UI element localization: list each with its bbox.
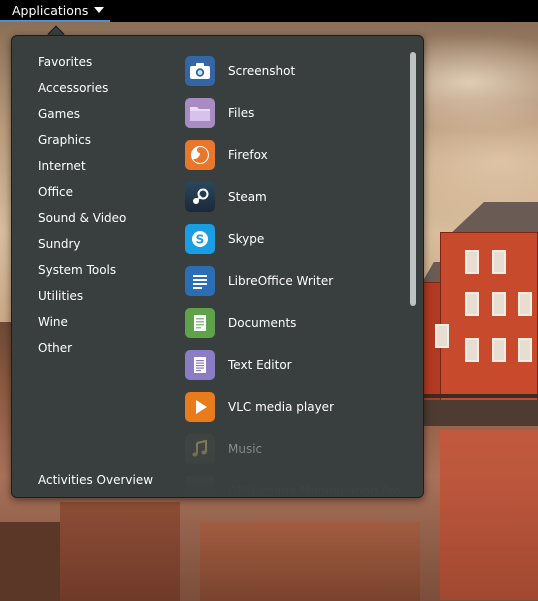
category-games[interactable]: Games xyxy=(38,101,126,127)
vlc-icon xyxy=(185,392,215,422)
applications-menu-button[interactable]: Applications xyxy=(0,0,110,22)
folder-icon xyxy=(185,98,215,128)
app-item-documents[interactable]: Documents xyxy=(185,302,405,344)
category-sundry[interactable]: Sundry xyxy=(38,231,126,257)
app-label: Screenshot xyxy=(228,64,296,78)
app-label: GNU Image Manipulation Pro xyxy=(228,484,401,498)
category-graphics[interactable]: Graphics xyxy=(38,127,126,153)
text-editor-icon xyxy=(185,350,215,380)
wallpaper-window xyxy=(492,292,506,316)
category-internet[interactable]: Internet xyxy=(38,153,126,179)
app-label: VLC media player xyxy=(228,400,335,414)
wallpaper-railing xyxy=(420,394,538,398)
app-label: Files xyxy=(228,106,255,120)
applications-menu-label: Applications xyxy=(12,2,89,18)
application-list-scrollbar[interactable] xyxy=(410,52,416,306)
app-label: Steam xyxy=(228,190,267,204)
app-item-vlc[interactable]: VLC media player xyxy=(185,386,405,428)
category-sound-video[interactable]: Sound & Video xyxy=(38,205,126,231)
top-bar: Applications xyxy=(0,0,538,22)
wallpaper-reflection xyxy=(440,430,538,600)
app-item-firefox[interactable]: Firefox xyxy=(185,134,405,176)
writer-icon xyxy=(185,266,215,296)
app-label: Firefox xyxy=(228,148,268,162)
skype-icon: S xyxy=(185,224,215,254)
category-office[interactable]: Office xyxy=(38,179,126,205)
app-item-skype[interactable]: S Skype xyxy=(185,218,405,260)
app-label: LibreOffice Writer xyxy=(228,274,334,288)
app-item-libreoffice-writer[interactable]: LibreOffice Writer xyxy=(185,260,405,302)
wallpaper-window xyxy=(518,338,532,362)
category-utilities[interactable]: Utilities xyxy=(38,283,126,309)
music-icon xyxy=(185,434,215,464)
wallpaper-dock xyxy=(420,400,538,426)
wallpaper-window xyxy=(465,292,479,316)
application-list: Screenshot Files Firefox Steam S Skype L… xyxy=(185,50,405,498)
category-system-tools[interactable]: System Tools xyxy=(38,257,126,283)
app-label: Documents xyxy=(228,316,297,330)
app-item-gimp[interactable]: GNU Image Manipulation Pro xyxy=(185,470,405,498)
app-label: Text Editor xyxy=(228,358,292,372)
app-item-screenshot[interactable]: Screenshot xyxy=(185,50,405,92)
activities-overview-link[interactable]: Activities Overview xyxy=(38,468,153,492)
wallpaper-window xyxy=(492,338,506,362)
documents-icon xyxy=(185,308,215,338)
wallpaper-window xyxy=(465,338,479,362)
wallpaper-house xyxy=(440,232,538,402)
app-label: Skype xyxy=(228,232,265,246)
wallpaper-window xyxy=(492,250,506,274)
app-item-steam[interactable]: Steam xyxy=(185,176,405,218)
category-list: Favorites Accessories Games Graphics Int… xyxy=(38,49,126,361)
category-wine[interactable]: Wine xyxy=(38,309,126,335)
gimp-icon xyxy=(185,476,215,497)
wallpaper-window xyxy=(465,250,479,274)
caret-down-icon xyxy=(94,7,105,13)
firefox-icon xyxy=(185,140,215,170)
category-other[interactable]: Other xyxy=(38,335,126,361)
app-item-music[interactable]: Music xyxy=(185,428,405,470)
wallpaper-reflection xyxy=(0,522,60,601)
wallpaper-window xyxy=(435,324,449,348)
wallpaper-window xyxy=(518,292,532,316)
category-accessories[interactable]: Accessories xyxy=(38,75,126,101)
wallpaper-reflection xyxy=(60,502,180,601)
applications-menu: Favorites Accessories Games Graphics Int… xyxy=(11,35,424,498)
steam-icon xyxy=(185,182,215,212)
app-item-files[interactable]: Files xyxy=(185,92,405,134)
wallpaper-reflection xyxy=(200,522,420,601)
app-label: Music xyxy=(228,442,263,456)
app-item-text-editor[interactable]: Text Editor xyxy=(185,344,405,386)
svg-text:S: S xyxy=(196,233,205,247)
category-favorites[interactable]: Favorites xyxy=(38,49,126,75)
camera-icon xyxy=(185,56,215,86)
